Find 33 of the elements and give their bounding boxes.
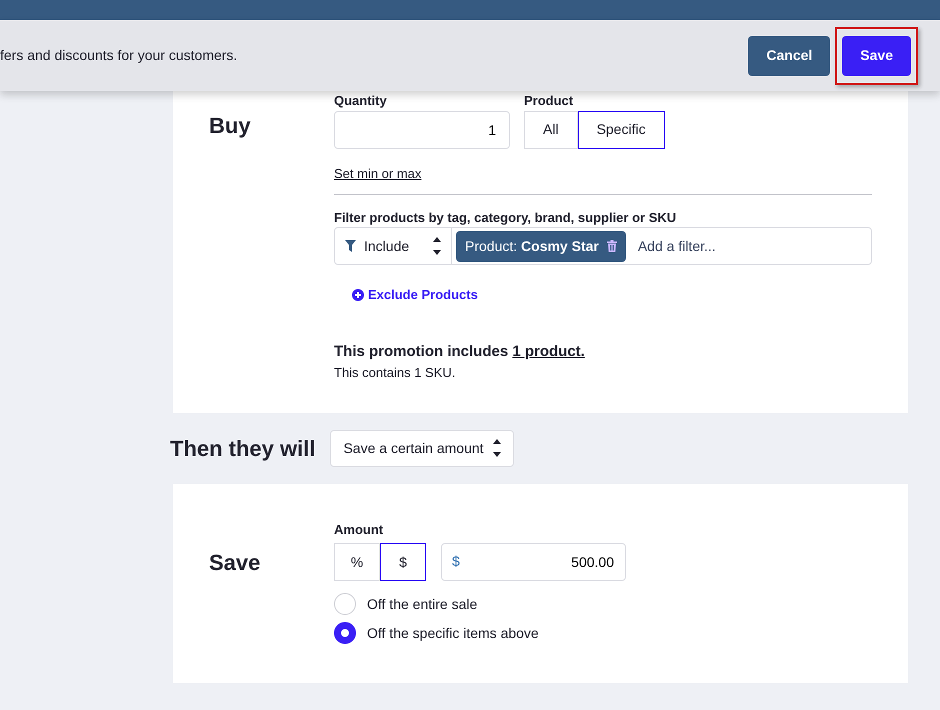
field-label: Filter products by tag, category, brand, supplier or SKU: [334, 208, 678, 227]
quantity-field[interactable]: 1: [334, 110, 510, 148]
sort-arrows-icon: [493, 439, 502, 458]
segment-option[interactable]: All: [524, 110, 578, 148]
filter-icon: [345, 240, 356, 252]
radio-label: Off the entire sale: [367, 594, 478, 614]
summary-text: This promotion includes 1 product.: [334, 342, 586, 362]
filter-field[interactable]: Include Product: Cosmy Star Add a filter...: [334, 227, 872, 265]
unit-option[interactable]: $: [380, 543, 426, 582]
unit-option[interactable]: %: [334, 543, 380, 582]
exclude-products-link[interactable]: Exclude Products: [352, 285, 478, 304]
radio-button[interactable]: [334, 622, 356, 644]
include-select[interactable]: Include: [335, 228, 452, 264]
page-description: fers and discounts for your customers.: [0, 46, 238, 65]
sku-count-text: This contains 1 SKU.: [334, 364, 456, 382]
field-label: Quantity: [334, 92, 388, 110]
section-title: Save: [208, 548, 262, 577]
section-title: Buy: [208, 112, 252, 140]
plus-circle-icon: [352, 288, 364, 301]
radio-label: Off the specific items above: [367, 624, 539, 643]
min-max-link[interactable]: Set min or max: [334, 164, 422, 183]
trash-icon: [606, 240, 617, 252]
action-select[interactable]: Save a certain amount: [330, 430, 514, 467]
field-label: Product: [524, 92, 574, 110]
cancel-button[interactable]: Cancel: [748, 36, 830, 76]
action-label: Then they will: [170, 434, 316, 463]
sort-arrows-icon: [433, 237, 441, 255]
currency-symbol: $: [452, 553, 460, 570]
field-label: Amount: [334, 520, 384, 539]
segment-option[interactable]: Specific: [578, 110, 665, 148]
product-count-link[interactable]: 1 product.: [512, 342, 585, 360]
filter-tag[interactable]: Product: Cosmy Star: [456, 230, 626, 262]
save-button[interactable]: Save: [842, 36, 911, 76]
